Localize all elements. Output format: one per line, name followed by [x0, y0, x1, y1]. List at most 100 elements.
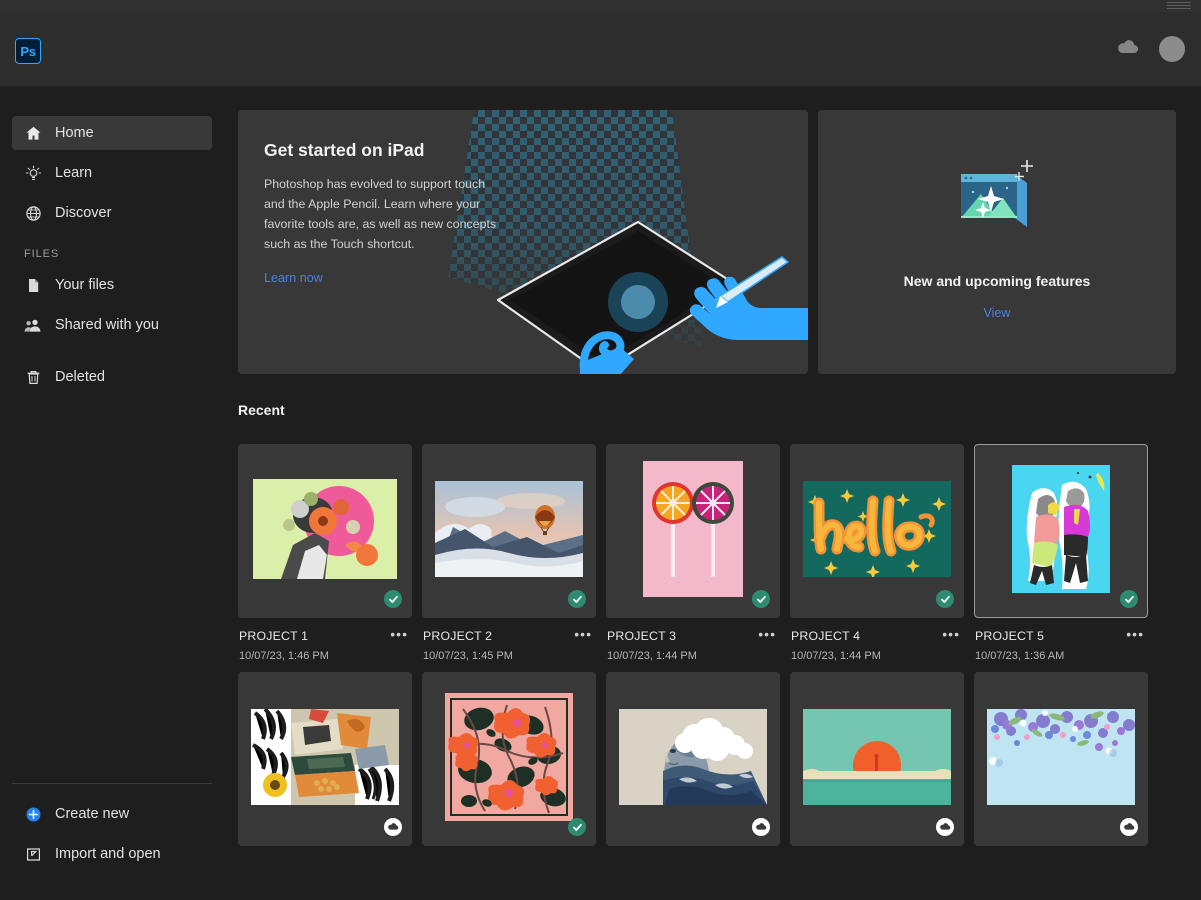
get-started-text-block: Get started on iPad Photoshop has evolve… — [264, 140, 509, 287]
new-features-title: New and upcoming features — [904, 273, 1091, 289]
sidebar-item-learn[interactable]: Learn — [12, 156, 212, 190]
recent-file-thumbnail[interactable] — [238, 672, 412, 846]
artwork-hello-lettering — [803, 481, 951, 582]
sync-status-badge — [568, 818, 586, 836]
artwork-sunset-figure — [803, 709, 951, 810]
recent-file-meta: PROJECT 1 10/07/23, 1:46 PM ••• — [238, 618, 412, 662]
sidebar-footer: Create new Import and open — [0, 783, 224, 878]
recent-file-thumbnail[interactable] — [790, 444, 964, 618]
recent-file-meta — [422, 846, 596, 857]
import-icon — [24, 845, 42, 863]
recent-file-cell — [790, 672, 964, 864]
sidebar-divider — [12, 783, 212, 784]
promo-cards-row: Get started on iPad Photoshop has evolve… — [238, 110, 1176, 374]
recent-file-thumbnail[interactable] — [974, 672, 1148, 846]
sidebar-item-shared-with-you[interactable]: Shared with you — [12, 308, 212, 342]
avatar[interactable] — [1159, 36, 1185, 62]
file-date: 10/07/23, 1:44 PM — [607, 650, 779, 662]
file-options-button[interactable]: ••• — [390, 627, 408, 641]
recent-file-thumbnail[interactable] — [974, 444, 1148, 618]
sidebar-item-discover[interactable]: Discover — [12, 196, 212, 230]
recent-file-cell: PROJECT 1 10/07/23, 1:46 PM ••• — [238, 444, 412, 662]
file-options-button[interactable]: ••• — [574, 627, 592, 641]
recent-file-cell — [422, 672, 596, 864]
file-options-button[interactable]: ••• — [758, 627, 776, 641]
recent-file-cell — [606, 672, 780, 864]
create-new-button[interactable]: Create new — [12, 798, 212, 830]
recent-file-thumbnail[interactable] — [606, 444, 780, 618]
new-features-illustration — [949, 158, 1045, 249]
file-name: PROJECT 3 — [607, 629, 779, 643]
sidebar-item-home[interactable]: Home — [12, 116, 212, 150]
people-icon — [24, 316, 42, 334]
artwork-dancing-collage — [1012, 465, 1110, 598]
sidebar-item-label: Deleted — [55, 369, 105, 385]
recent-section-heading: Recent — [238, 402, 285, 418]
header-actions — [1115, 12, 1185, 86]
recent-file-thumbnail[interactable] — [422, 444, 596, 618]
sidebar-item-deleted[interactable]: Deleted — [12, 360, 212, 394]
document-icon — [24, 276, 42, 294]
photoshop-logo-icon[interactable]: Ps — [15, 38, 41, 64]
recent-file-thumbnail[interactable] — [238, 444, 412, 618]
cloud-status-badge — [384, 818, 402, 836]
artwork-floral-pattern — [445, 693, 573, 826]
sync-status-badge — [568, 590, 586, 608]
page-title: Get started on iPad — [264, 140, 509, 161]
new-features-card[interactable]: New and upcoming features View — [818, 110, 1176, 374]
file-date: 10/07/23, 1:45 PM — [423, 650, 595, 662]
recent-file-meta: PROJECT 2 10/07/23, 1:45 PM ••• — [422, 618, 596, 662]
sidebar-section-files: FILES — [0, 236, 224, 268]
recent-file-meta: PROJECT 5 10/07/23, 1:36 AM ••• — [974, 618, 1148, 662]
artwork-zebra-collage — [251, 709, 399, 810]
sidebar-item-your-files[interactable]: Your files — [12, 268, 212, 302]
create-new-label: Create new — [55, 806, 129, 822]
artwork-cloud-portrait — [619, 709, 767, 810]
sidebar-item-label: Discover — [55, 205, 111, 221]
cloud-status-badge — [936, 818, 954, 836]
cloud-documents-icon[interactable] — [1115, 36, 1141, 62]
import-and-open-button[interactable]: Import and open — [12, 838, 212, 870]
recent-file-meta — [606, 846, 780, 857]
file-date: 10/07/23, 1:46 PM — [239, 650, 411, 662]
globe-icon — [24, 204, 42, 222]
file-date: 10/07/23, 1:36 AM — [975, 650, 1147, 662]
sidebar-item-label: Your files — [55, 277, 114, 293]
sync-status-badge — [1120, 590, 1138, 608]
file-name: PROJECT 1 — [239, 629, 411, 643]
sidebar: Home — [0, 86, 224, 900]
recent-file-cell: PROJECT 3 10/07/23, 1:44 PM ••• — [606, 444, 780, 662]
recent-file-cell: PROJECT 4 10/07/23, 1:44 PM ••• — [790, 444, 964, 662]
recent-file-cell: PROJECT 2 10/07/23, 1:45 PM ••• — [422, 444, 596, 662]
recent-file-thumbnail[interactable] — [790, 672, 964, 846]
sidebar-nav: Home — [0, 86, 224, 394]
hero-description: Photoshop has evolved to support touch a… — [264, 174, 509, 254]
recent-file-cell — [238, 672, 412, 864]
main-content: Get started on iPad Photoshop has evolve… — [224, 86, 1201, 900]
recent-file-thumbnail[interactable] — [606, 672, 780, 846]
sync-status-badge — [936, 590, 954, 608]
import-and-open-label: Import and open — [55, 846, 161, 862]
cloud-status-badge — [752, 818, 770, 836]
get-started-ipad-card[interactable]: Get started on iPad Photoshop has evolve… — [238, 110, 808, 374]
artwork-blue-floral — [987, 709, 1135, 810]
file-name: PROJECT 4 — [791, 629, 963, 643]
photoshop-home-window: Ps Home — [0, 0, 1201, 900]
artwork-mountain-balloon — [435, 481, 583, 582]
recent-file-meta — [238, 846, 412, 857]
title-bar — [0, 0, 1201, 12]
file-name: PROJECT 2 — [423, 629, 595, 643]
sidebar-item-label: Learn — [55, 165, 92, 181]
app-header: Ps — [0, 12, 1201, 86]
recent-file-thumbnail[interactable] — [422, 672, 596, 846]
recent-file-meta: PROJECT 3 10/07/23, 1:44 PM ••• — [606, 618, 780, 662]
view-features-link[interactable]: View — [983, 306, 1010, 320]
learn-now-link[interactable]: Learn now — [264, 271, 323, 285]
window-controls[interactable] — [1167, 2, 1191, 10]
trash-icon — [24, 368, 42, 386]
file-options-button[interactable]: ••• — [942, 627, 960, 641]
recent-file-meta: PROJECT 4 10/07/23, 1:44 PM ••• — [790, 618, 964, 662]
recent-file-meta — [790, 846, 964, 857]
sync-status-badge — [384, 590, 402, 608]
file-options-button[interactable]: ••• — [1126, 627, 1144, 641]
